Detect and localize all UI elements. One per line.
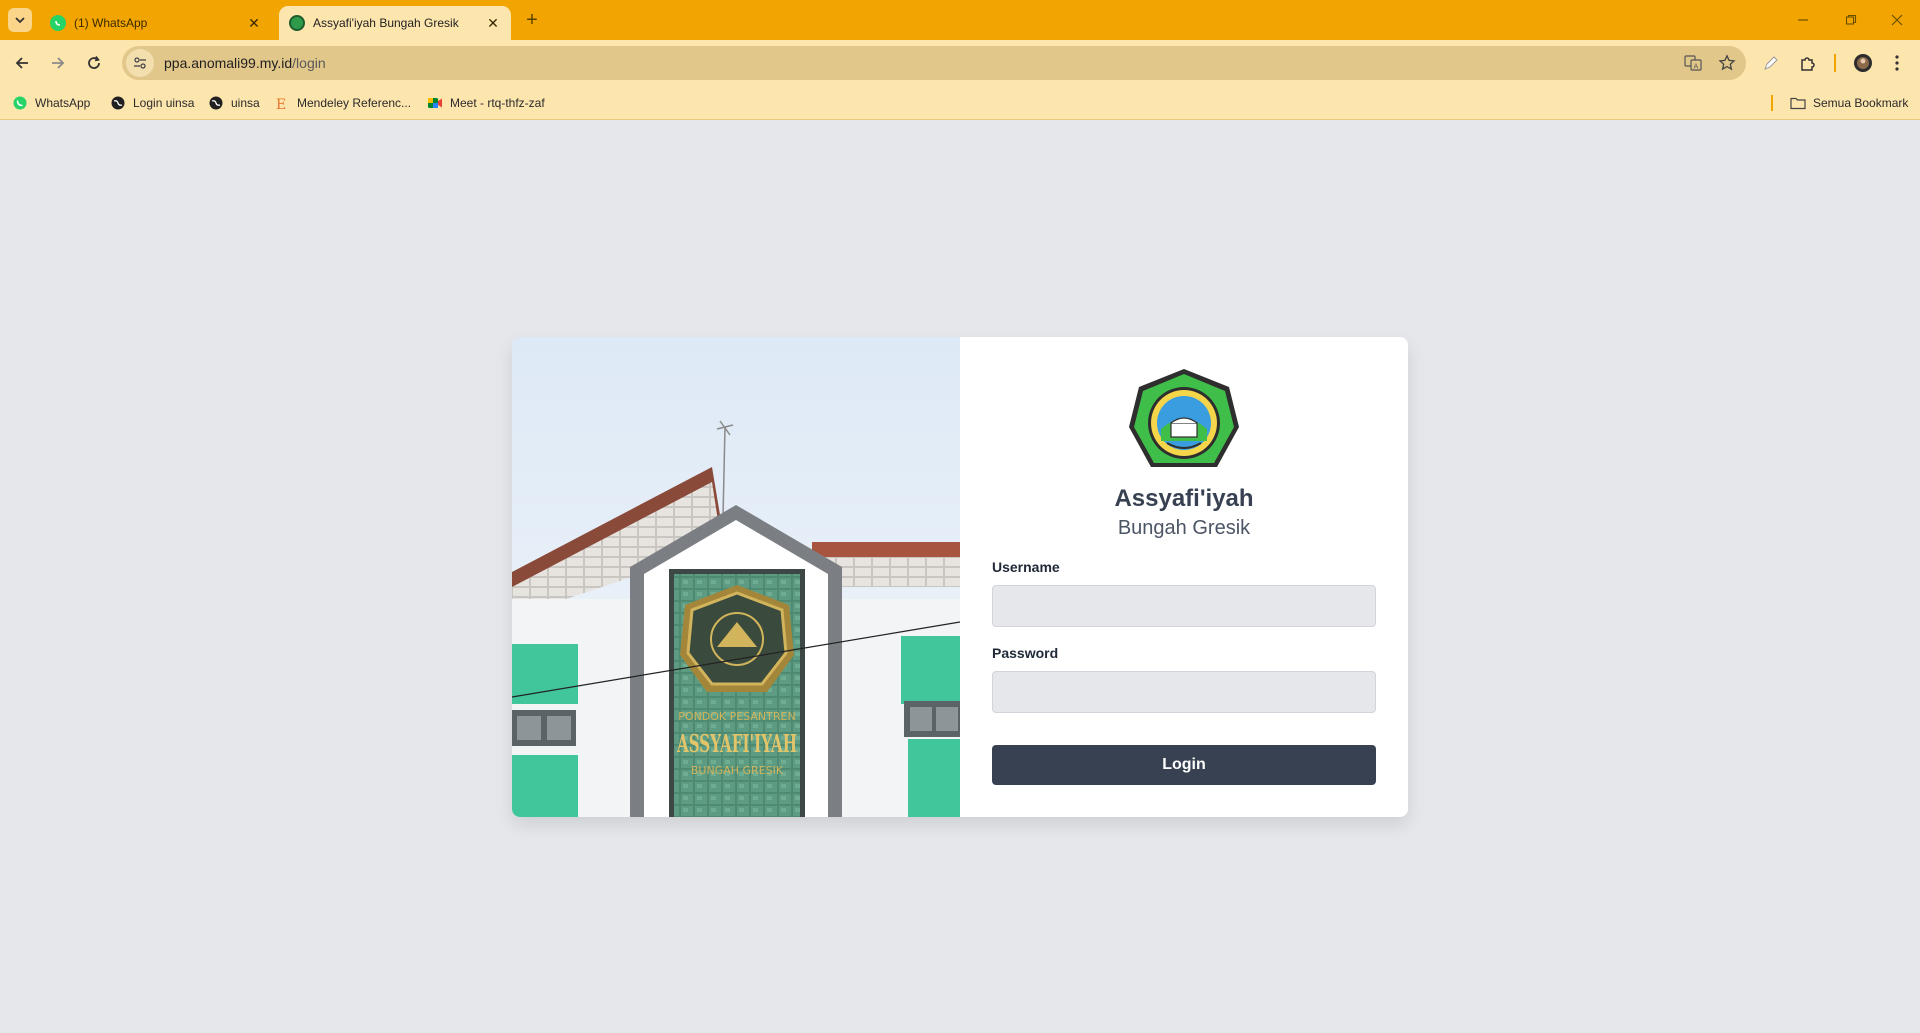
photo-sign-line2: ASSYAFI'IYAH	[676, 729, 797, 758]
folder-icon	[1790, 95, 1806, 111]
profile-avatar[interactable]	[1848, 48, 1878, 78]
school-logo	[1129, 369, 1239, 467]
whatsapp-icon	[12, 95, 28, 111]
reload-icon	[88, 56, 100, 69]
new-tab-button[interactable]: +	[520, 8, 544, 32]
brand-name: Assyafi'iyah	[1114, 485, 1254, 512]
browser-tab-bar: (1) WhatsApp ✕ Assyafi'iyah Bungah Gresi…	[0, 0, 1920, 40]
password-input[interactable]	[992, 671, 1376, 713]
address-bar[interactable]: ppa.anomali99.my.id/login A	[122, 46, 1746, 80]
minimize-icon	[1798, 19, 1808, 21]
arrow-left-icon	[15, 57, 28, 69]
site-settings-icon[interactable]	[126, 49, 154, 77]
close-icon	[1891, 14, 1903, 26]
username-label: Username	[992, 559, 1060, 575]
more-vertical-icon	[1895, 55, 1899, 71]
toolbar-divider	[1834, 54, 1836, 72]
site-logo-favicon-icon	[289, 15, 305, 31]
bookmark-mendeley[interactable]: E Mendeley Referenc...	[274, 93, 411, 113]
globe-icon	[110, 95, 126, 111]
reload-button[interactable]	[79, 48, 109, 78]
url-path: /login	[292, 55, 326, 71]
minimize-button[interactable]	[1780, 0, 1826, 40]
forward-button[interactable]	[43, 48, 73, 78]
bookmark-whatsapp[interactable]: WhatsApp	[12, 93, 90, 113]
bookmark-star-icon[interactable]	[1712, 48, 1742, 78]
login-form: Assyafi'iyah Bungah Gresik Username Pass…	[960, 337, 1408, 817]
all-bookmarks-button[interactable]: Semua Bookmark	[1790, 93, 1908, 113]
bookmark-label: Login uinsa	[133, 96, 195, 110]
photo-sign-line1: PONDOK PESANTREN	[678, 710, 795, 723]
svg-text:A: A	[1694, 63, 1699, 71]
browser-menu-button[interactable]	[1882, 48, 1912, 78]
tab-assyafiiyah[interactable]: Assyafi'iyah Bungah Gresik ✕	[279, 6, 511, 40]
restore-icon	[1845, 14, 1857, 25]
brand-subtitle: Bungah Gresik	[1117, 517, 1251, 539]
meet-icon	[427, 95, 443, 111]
mendeley-icon: E	[274, 95, 290, 111]
login-button[interactable]: Login	[992, 745, 1376, 785]
bookmark-meet[interactable]: Meet - rtq-thfz-zaf	[427, 93, 545, 113]
password-label: Password	[992, 645, 1059, 661]
building-photo: PONDOK PESANTREN ASSYAFI'IYAH BUNGAH GRE…	[512, 337, 960, 817]
url-text[interactable]: ppa.anomali99.my.id/login	[164, 55, 1678, 71]
bookmark-label: Semua Bookmark	[1813, 96, 1909, 110]
tab-whatsapp[interactable]: (1) WhatsApp ✕	[40, 6, 272, 40]
restore-button[interactable]	[1828, 0, 1874, 40]
bookmark-login-uinsa[interactable]: Login uinsa	[110, 93, 194, 113]
tab-title: Assyafi'iyah Bungah Gresik	[313, 16, 459, 30]
close-tab-icon[interactable]: ✕	[246, 15, 262, 31]
globe-icon	[208, 95, 224, 111]
close-window-button[interactable]	[1874, 0, 1920, 40]
close-tab-icon[interactable]: ✕	[485, 15, 501, 31]
edit-pen-icon[interactable]	[1756, 48, 1786, 78]
bookmark-label: Meet - rtq-thfz-zaf	[450, 96, 545, 110]
bookmark-label: uinsa	[231, 96, 260, 110]
arrow-right-icon	[52, 57, 65, 69]
whatsapp-icon	[50, 15, 66, 31]
url-host: ppa.anomali99.my.id	[164, 55, 293, 71]
login-card: PONDOK PESANTREN ASSYAFI'IYAH BUNGAH GRE…	[512, 337, 1408, 817]
bookmark-label: Mendeley Referenc...	[297, 96, 412, 110]
svg-text:E: E	[276, 97, 286, 110]
browser-toolbar: ppa.anomali99.my.id/login A	[0, 40, 1920, 86]
bookmarks-bar: WhatsApp Login uinsa uinsa E Mendeley Re…	[0, 86, 1920, 120]
tab-search-button[interactable]	[8, 8, 32, 32]
bookmark-uinsa[interactable]: uinsa	[208, 93, 260, 113]
translate-icon[interactable]: A	[1678, 48, 1708, 78]
tab-title: (1) WhatsApp	[74, 16, 148, 30]
photo-sign-line3: BUNGAH GRESIK	[691, 764, 784, 777]
chevron-down-icon	[15, 17, 25, 24]
username-input[interactable]	[992, 585, 1376, 627]
bookmark-label: WhatsApp	[35, 96, 91, 110]
bookmarks-divider	[1771, 95, 1773, 111]
back-button[interactable]	[7, 48, 37, 78]
extensions-puzzle-icon[interactable]	[1793, 48, 1823, 78]
